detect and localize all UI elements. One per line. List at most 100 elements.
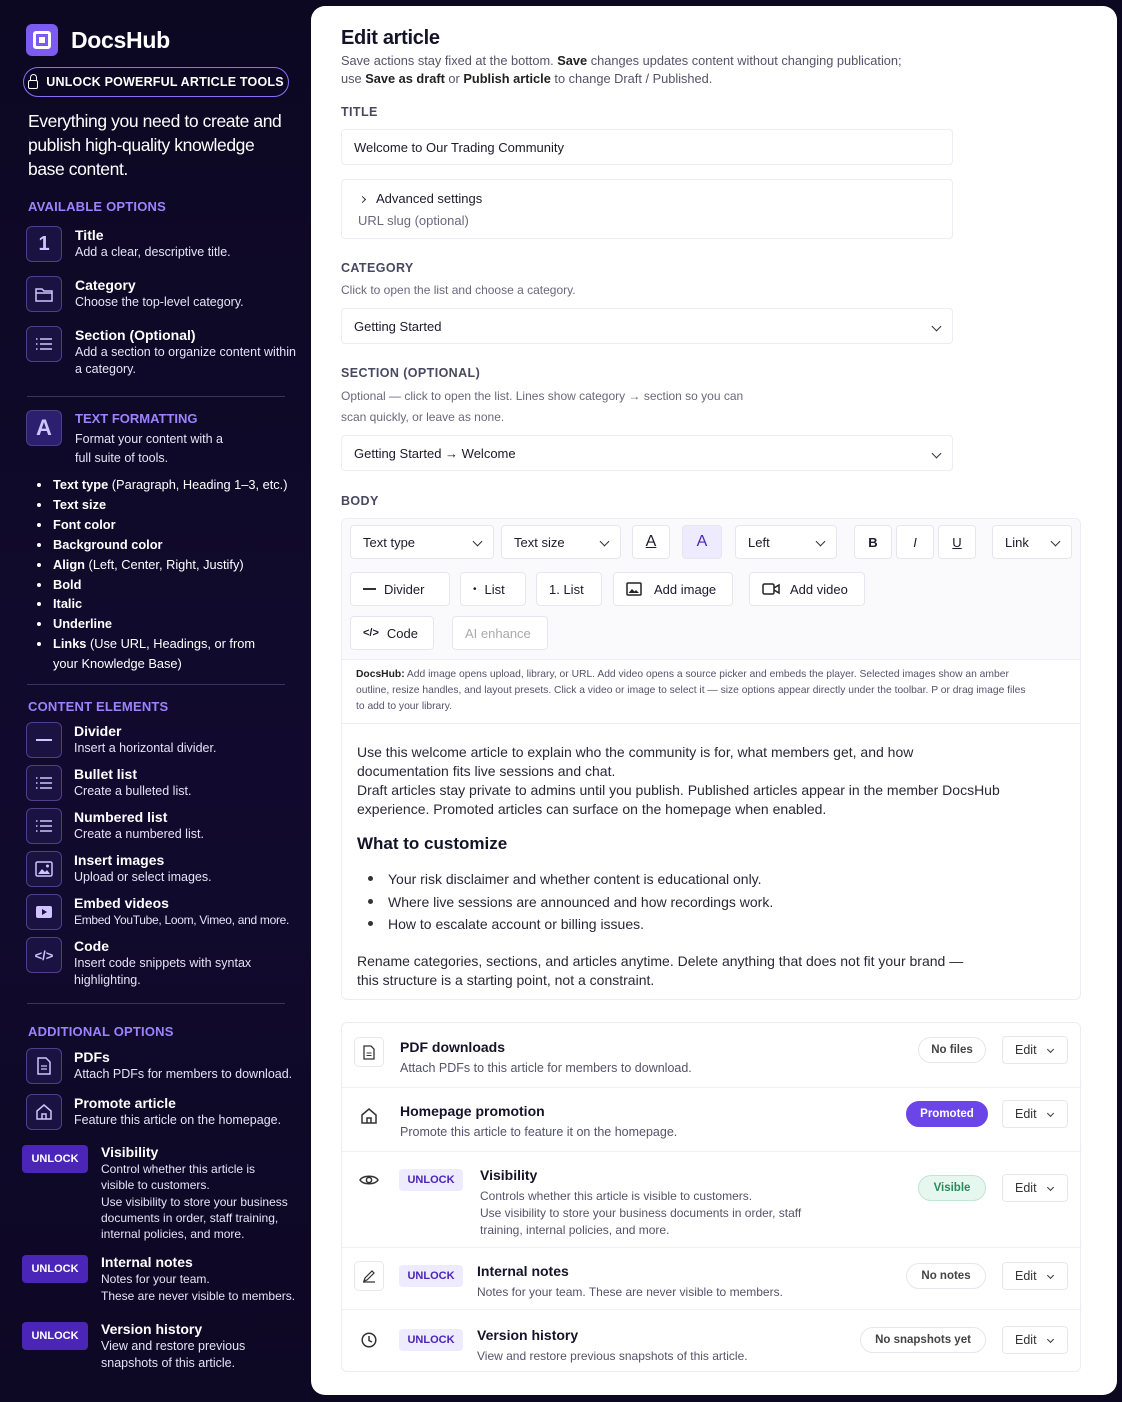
- brand[interactable]: DocsHub: [26, 24, 170, 56]
- align-select[interactable]: Left: [735, 525, 837, 559]
- code-icon: </>: [363, 627, 379, 639]
- pdf-icon: [26, 1048, 62, 1084]
- content-images-desc: Upload or select images.: [74, 870, 212, 884]
- version-history-card: UNLOCK Version history View and restore …: [342, 1309, 1082, 1371]
- option-title: 1 Title Add a clear, descriptive title.: [26, 226, 296, 262]
- locked-version-history: UNLOCK Version history View and restore p…: [22, 1320, 296, 1372]
- add-image-button[interactable]: Add image: [613, 572, 733, 606]
- status-badge: No notes: [906, 1263, 986, 1289]
- content-numbered-list: Numbered list Create a numbered list.: [26, 808, 296, 844]
- section-label: SECTION (OPTIONAL): [341, 366, 481, 380]
- note-separator: [342, 723, 1080, 724]
- edit-visibility-button[interactable]: Edit: [1002, 1174, 1068, 1202]
- text-format-icon: A: [26, 410, 62, 446]
- title-input[interactable]: Welcome to Our Trading Community: [341, 129, 953, 165]
- text-size-select[interactable]: Text size: [501, 525, 621, 559]
- add-video-button[interactable]: Add video: [749, 572, 865, 606]
- edit-notes-button[interactable]: Edit: [1002, 1262, 1068, 1290]
- internal-notes-card: UNLOCK Internal notes Notes for your tea…: [342, 1247, 1082, 1309]
- status-badge: No snapshots yet: [860, 1327, 986, 1353]
- status-badge: No files: [918, 1037, 986, 1063]
- homepage-promotion-card: Homepage promotion Promote this article …: [342, 1087, 1082, 1151]
- sidebar-divider: [27, 684, 285, 685]
- card-desc: Promote this article to feature it on th…: [400, 1125, 678, 1139]
- content-divider: Divider Insert a horizontal divider.: [26, 722, 296, 758]
- category-label: CATEGORY: [341, 261, 414, 275]
- category-select[interactable]: Getting Started: [341, 308, 953, 344]
- numbered-list-button[interactable]: 1. List: [536, 572, 602, 606]
- page-title: Edit article: [341, 27, 440, 49]
- divider-button[interactable]: Divider: [350, 572, 450, 606]
- bullet-list-button[interactable]: • List: [460, 572, 526, 606]
- font-color-button[interactable]: A: [632, 525, 670, 559]
- card-title: Version history: [477, 1327, 579, 1343]
- unlock-badge[interactable]: UNLOCK: [22, 1255, 88, 1283]
- additional-pdfs: PDFs Attach PDFs for members to download.: [26, 1048, 306, 1084]
- locked-visibility: UNLOCK Visibility Control whether this ar…: [22, 1143, 296, 1242]
- underline-button[interactable]: U: [938, 525, 976, 559]
- unlock-badge[interactable]: UNLOCK: [22, 1322, 88, 1350]
- locked-visibility-desc: Control whether this article is visible …: [101, 1162, 288, 1242]
- chevron-down-icon: [815, 536, 826, 547]
- category-hint: Click to open the list and choose a cate…: [341, 283, 576, 297]
- unlock-tools-label: UNLOCK POWERFUL ARTICLE TOOLS: [46, 75, 284, 89]
- option-category-heading: Category: [75, 277, 136, 293]
- additional-promote-title: Promote article: [74, 1095, 176, 1111]
- chevron-down-icon: [1046, 1183, 1055, 1192]
- text-type-select[interactable]: Text type: [350, 525, 494, 559]
- title-label: TITLE: [341, 105, 378, 119]
- image-icon: [26, 851, 62, 887]
- docshub-logo-icon: [26, 24, 58, 56]
- content-code: </> Code Insert code snippets with syntax…: [26, 937, 296, 989]
- bold-button[interactable]: B: [854, 525, 892, 559]
- content-code-desc: Insert code snippets with syntax highlig…: [74, 956, 252, 987]
- option-section-heading: Section (Optional): [75, 327, 196, 343]
- card-title: Internal notes: [477, 1263, 569, 1279]
- list-item: Font color: [37, 515, 288, 535]
- unlock-badge[interactable]: UNLOCK: [399, 1265, 463, 1287]
- body-editor: Text type Text size A A Left B I U Link …: [341, 518, 1081, 1000]
- visibility-card: UNLOCK Visibility Controls whether this …: [342, 1151, 1082, 1247]
- option-title-desc: Add a clear, descriptive title.: [75, 245, 231, 259]
- eye-icon: [354, 1165, 384, 1195]
- link-select[interactable]: Link: [992, 525, 1072, 559]
- option-category-desc: Choose the top-level category.: [75, 295, 244, 309]
- category-value: Getting Started: [354, 318, 442, 334]
- list-item: How to escalate account or billing issue…: [367, 913, 773, 936]
- unlock-badge[interactable]: UNLOCK: [399, 1329, 463, 1351]
- content-divider-desc: Insert a horizontal divider.: [74, 741, 217, 755]
- option-section: Section (Optional) Add a section to organ…: [26, 326, 296, 378]
- body-bullet-list[interactable]: Your risk disclaimer and whether content…: [367, 868, 773, 936]
- pencil-icon: [354, 1261, 384, 1291]
- unlock-badge[interactable]: UNLOCK: [22, 1145, 88, 1173]
- unlock-tools-button[interactable]: UNLOCK POWERFUL ARTICLE TOOLS: [23, 67, 289, 97]
- ai-enhance-button[interactable]: AI enhance: [452, 616, 548, 650]
- background-color-button[interactable]: A: [682, 525, 722, 559]
- content-numbered-desc: Create a numbered list.: [74, 827, 204, 841]
- unlock-badge[interactable]: UNLOCK: [399, 1169, 463, 1191]
- edit-history-button[interactable]: Edit: [1002, 1326, 1068, 1354]
- italic-button[interactable]: I: [896, 525, 934, 559]
- advanced-settings[interactable]: Advanced settings URL slug (optional): [341, 179, 953, 239]
- additional-promote: Promote article Feature this article on t…: [26, 1094, 306, 1130]
- body-paragraph[interactable]: Rename categories, sections, and article…: [357, 952, 987, 990]
- body-paragraph[interactable]: Use this welcome article to explain who …: [357, 743, 1007, 781]
- video-camera-icon: [762, 583, 780, 595]
- chevron-down-icon: [1050, 536, 1061, 547]
- list-item: Align (Left, Center, Right, Justify): [37, 555, 288, 575]
- url-slug-input[interactable]: URL slug (optional): [358, 213, 469, 228]
- brand-name: DocsHub: [71, 26, 170, 53]
- locked-internal-notes: UNLOCK Internal notes Notes for your team…: [22, 1253, 296, 1305]
- edit-promotion-button[interactable]: Edit: [1002, 1100, 1068, 1128]
- body-heading[interactable]: What to customize: [357, 834, 507, 854]
- code-button[interactable]: </> Code: [350, 616, 434, 650]
- home-icon: [26, 1094, 62, 1130]
- list-icon: [26, 326, 62, 362]
- image-icon: [626, 582, 642, 596]
- card-desc: Attach PDFs to this article for members …: [400, 1061, 692, 1075]
- content-bullet-title: Bullet list: [74, 766, 138, 782]
- edit-pdf-button[interactable]: Edit: [1002, 1036, 1068, 1064]
- status-badge: Visible: [918, 1175, 986, 1201]
- body-paragraph[interactable]: Draft articles stay private to admins un…: [357, 781, 1007, 819]
- section-select[interactable]: Getting Started → Welcome: [341, 435, 953, 471]
